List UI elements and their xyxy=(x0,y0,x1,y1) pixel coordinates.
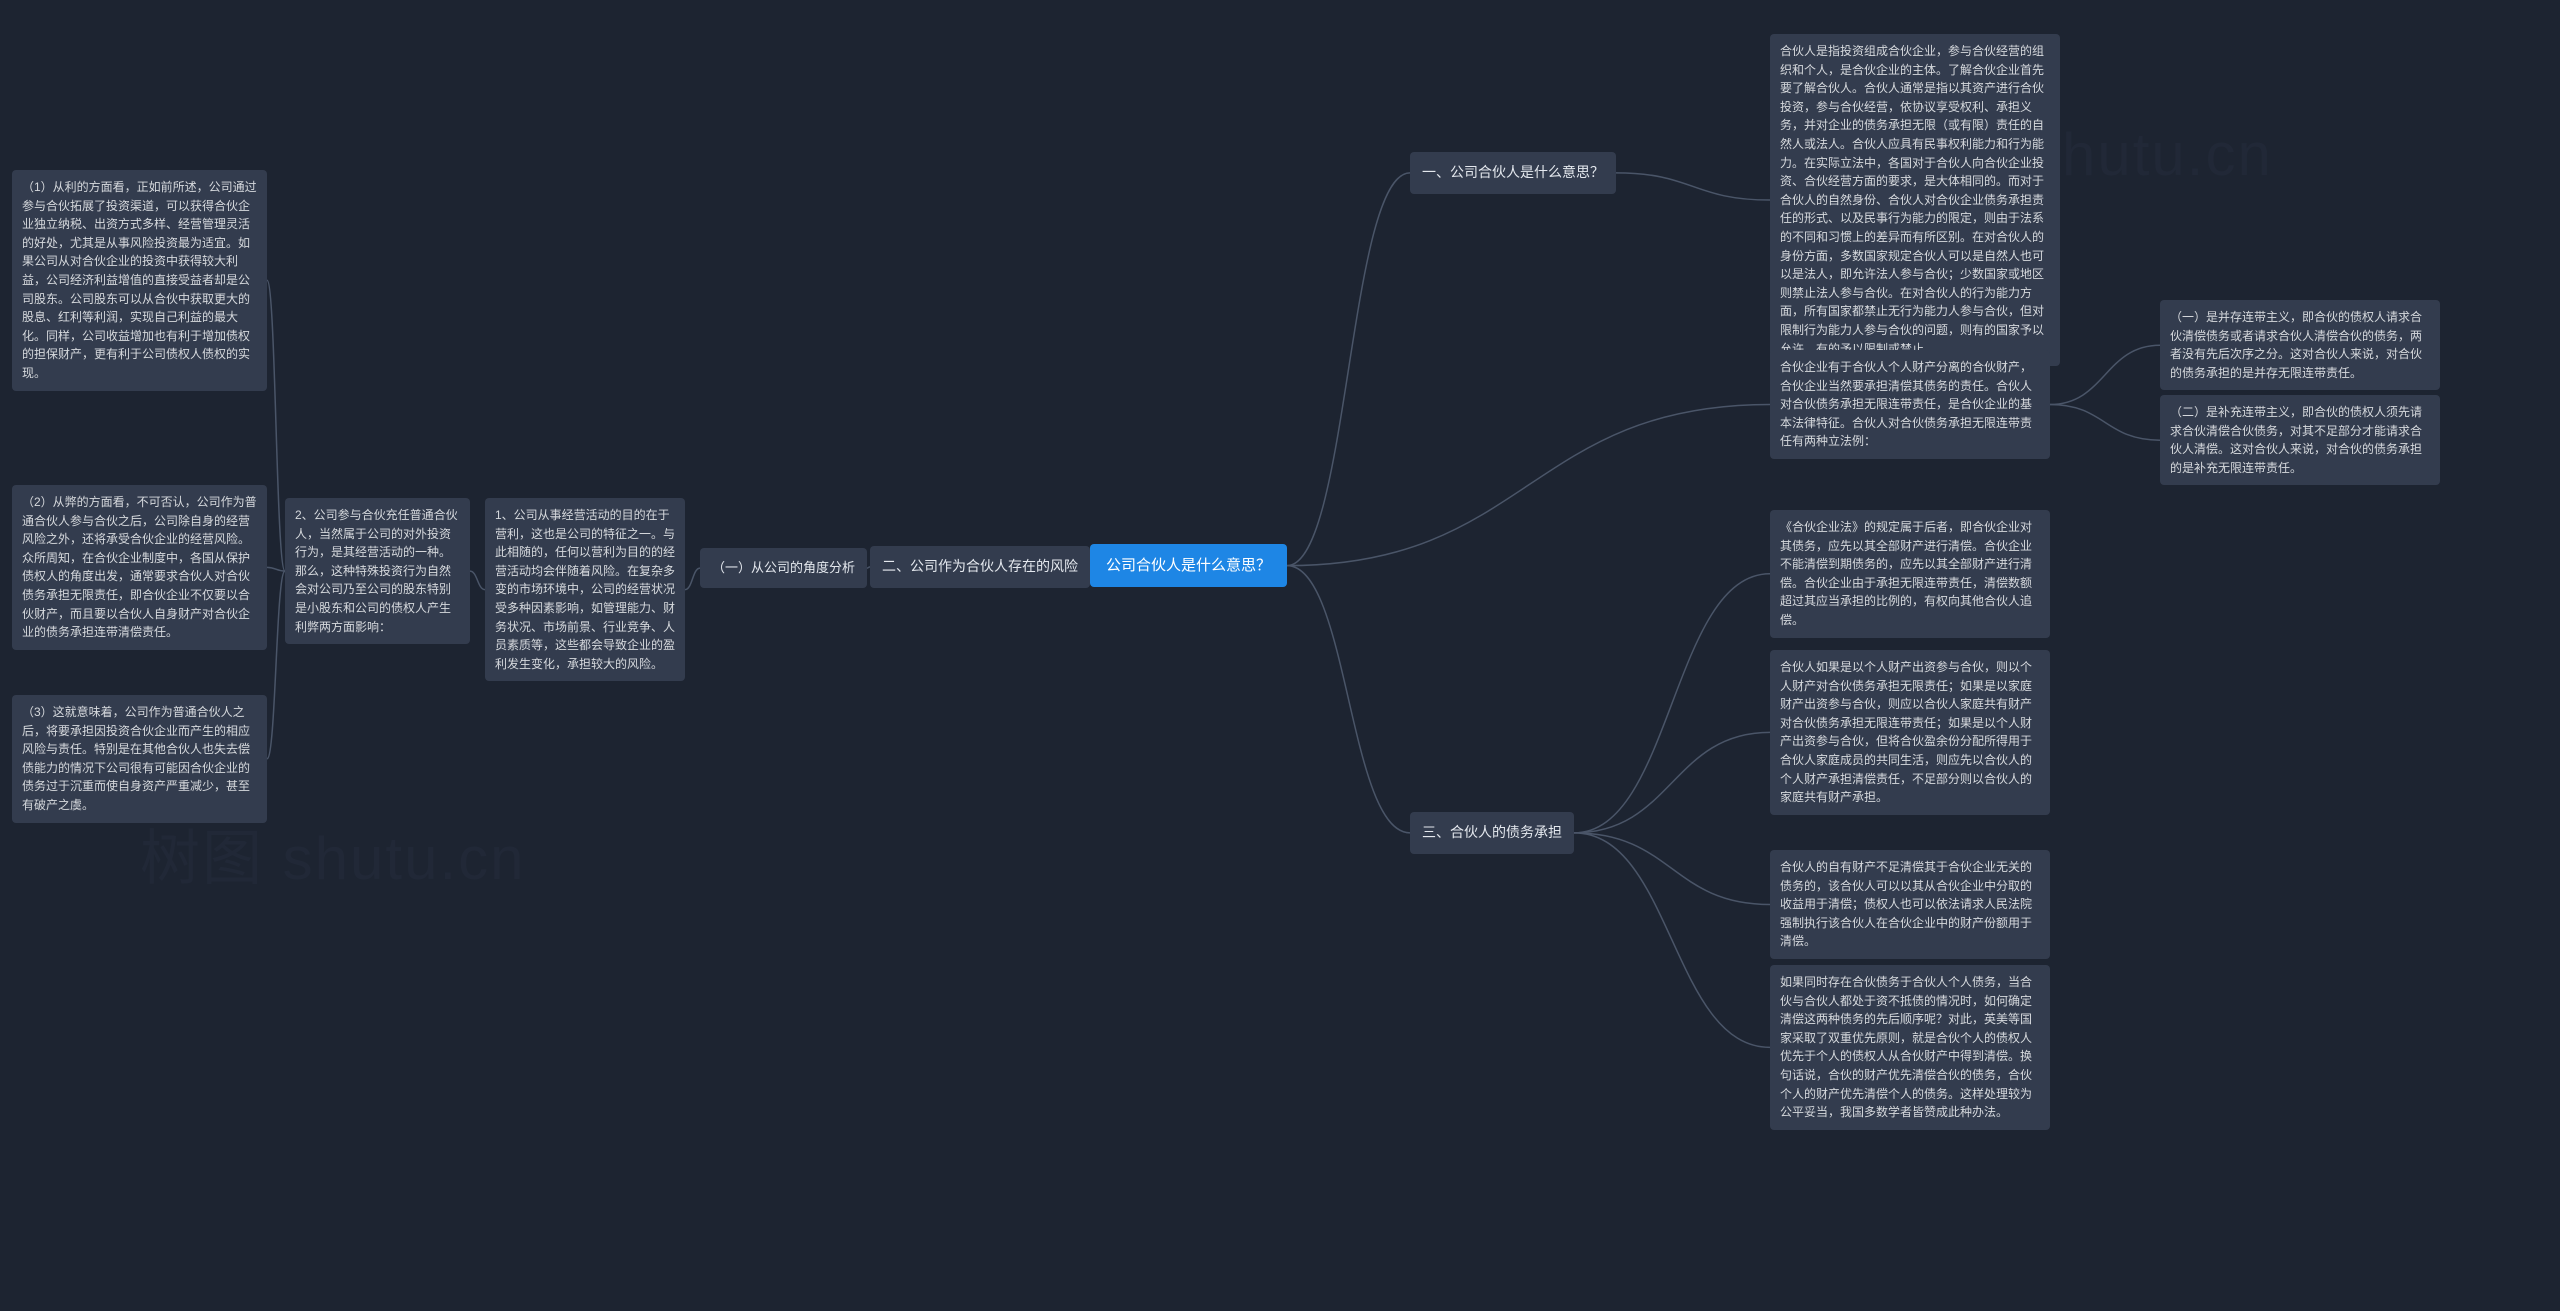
branch-l1-sub[interactable]: （一）从公司的角度分析 xyxy=(700,548,867,588)
node-l1-g1[interactable]: 1、公司从事经营活动的目的在于营利，这也是公司的特征之一。与此相随的，任何以营利… xyxy=(485,498,685,681)
root-node[interactable]: 公司合伙人是什么意思？ xyxy=(1090,544,1287,587)
connector-lines xyxy=(0,0,2560,1311)
node-l1-leaf1[interactable]: （1）从利的方面看，正如前所述，公司通过参与合伙拓展了投资渠道，可以获得合伙企业… xyxy=(12,170,267,391)
node-r3-p4[interactable]: 如果同时存在合伙债务于合伙人个人债务，当合伙与合伙人都处于资不抵债的情况时，如何… xyxy=(1770,965,2050,1130)
branch-r3-title[interactable]: 三、合伙人的债务承担 xyxy=(1410,812,1574,854)
node-r1-text[interactable]: 合伙人是指投资组成合伙企业，参与合伙经营的组织和个人，是合伙企业的主体。了解合伙… xyxy=(1770,34,2060,366)
watermark-text: 树图 shutu.cn xyxy=(140,810,526,897)
node-l1-leaf3[interactable]: （3）这就意味着，公司作为普通合伙人之后，将要承担因投资合伙企业而产生的相应风险… xyxy=(12,695,267,823)
node-l1-g2[interactable]: 2、公司参与合伙充任普通合伙人，当然属于公司的对外投资行为，是其经营活动的一种。… xyxy=(285,498,470,644)
watermark-text: shutu.cn xyxy=(2030,120,2273,189)
branch-l1-title[interactable]: 二、公司作为合伙人存在的风险 xyxy=(870,546,1090,588)
node-l1-leaf2[interactable]: （2）从弊的方面看，不可否认，公司作为普通合伙人参与合伙之后，公司除自身的经营风… xyxy=(12,485,267,650)
node-r3-p3[interactable]: 合伙人的自有财产不足清偿其于合伙企业无关的债务的，该合伙人可以以其从合伙企业中分… xyxy=(1770,850,2050,959)
node-r2-leadin[interactable]: 合伙企业有于合伙人个人财产分离的合伙财产，合伙企业当然要承担清偿其债务的责任。合… xyxy=(1770,350,2050,459)
node-r2-sub1[interactable]: （一）是并存连带主义，即合伙的债权人请求合伙清偿债务或者请求合伙人清偿合伙的债务… xyxy=(2160,300,2440,390)
branch-r1-title[interactable]: 一、公司合伙人是什么意思？ xyxy=(1410,152,1616,194)
node-r3-p1[interactable]: 《合伙企业法》的规定属于后者，即合伙企业对其债务，应先以其全部财产进行清偿。合伙… xyxy=(1770,510,2050,638)
node-r3-p2[interactable]: 合伙人如果是以个人财产出资参与合伙，则以个人财产对合伙债务承担无限责任；如果是以… xyxy=(1770,650,2050,815)
node-r2-sub2[interactable]: （二）是补充连带主义，即合伙的债权人须先请求合伙清偿合伙债务，对其不足部分才能请… xyxy=(2160,395,2440,485)
